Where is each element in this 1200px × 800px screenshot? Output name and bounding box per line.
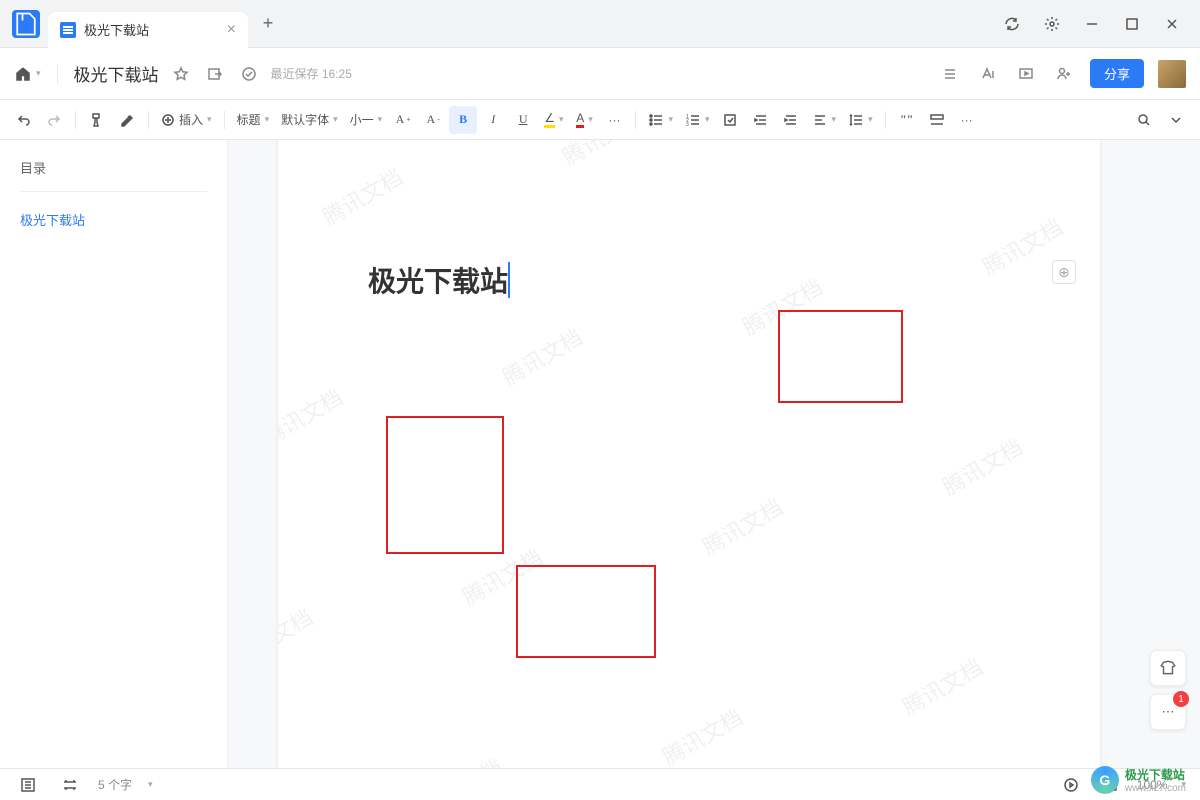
menu-icon[interactable]	[938, 62, 962, 86]
page-title[interactable]: 极光下载站	[368, 260, 508, 300]
settings-icon[interactable]	[1032, 4, 1072, 44]
outline-item[interactable]: 极光下载站	[20, 192, 207, 247]
formatting-toolbar: 插入▾ 标题▾ 默认字体▾ 小一▾ A+ A- B I U ∠▾ A▾ ··· …	[0, 100, 1200, 140]
new-tab-button[interactable]: +	[254, 10, 282, 38]
increase-font-button[interactable]: A+	[389, 106, 417, 134]
outline-sidebar: 目录 极光下载站	[0, 140, 228, 768]
status-bar: 5 个字▾ 100%▾	[0, 768, 1200, 800]
highlight-button[interactable]: ∠▾	[539, 106, 568, 134]
more-tools-button[interactable]: ···	[953, 106, 981, 134]
outline-heading: 目录	[20, 158, 207, 192]
page-view-icon[interactable]	[56, 771, 84, 799]
align-button[interactable]: ▾	[807, 106, 842, 134]
tab-title: 极光下载站	[84, 20, 219, 39]
redo-button[interactable]	[40, 106, 68, 134]
quote-button[interactable]: ""	[893, 106, 921, 134]
window-titlebar: 极光下载站 × +	[0, 0, 1200, 48]
clear-format-button[interactable]	[113, 106, 141, 134]
text-cursor	[508, 262, 510, 298]
outdent-button[interactable]	[747, 106, 775, 134]
format-icon[interactable]	[976, 62, 1000, 86]
doc-icon	[60, 22, 76, 38]
more-button[interactable]: ⋯1	[1150, 694, 1186, 730]
browser-tab[interactable]: 极光下载站 ×	[48, 12, 248, 48]
save-status: 最近保存 16:25	[271, 65, 352, 82]
number-list-button[interactable]: 123▾	[680, 106, 715, 134]
document-canvas[interactable]: 腾讯文档 腾讯文档 腾讯文档 腾讯文档 腾讯文档 腾讯文档 腾讯文档 腾讯文档 …	[228, 140, 1200, 768]
line-height-button[interactable]: ▾	[843, 106, 878, 134]
italic-button[interactable]: I	[479, 106, 507, 134]
close-button[interactable]	[1152, 4, 1192, 44]
heading-select[interactable]: 标题▾	[232, 106, 275, 134]
check-icon	[237, 62, 261, 86]
doc-header: ▾ 极光下载站 最近保存 16:25 分享	[0, 48, 1200, 100]
notification-badge: 1	[1173, 691, 1189, 707]
annotation-box-2	[386, 416, 504, 554]
theme-button[interactable]	[1150, 650, 1186, 686]
decrease-font-button[interactable]: A-	[419, 106, 447, 134]
play-icon[interactable]	[1057, 771, 1085, 799]
share-button[interactable]: 分享	[1090, 59, 1144, 88]
chevron-down-icon: ▾	[36, 68, 41, 79]
text-color-button[interactable]: A▾	[570, 106, 598, 134]
annotation-box-3	[516, 565, 656, 658]
font-select[interactable]: 默认字体▾	[276, 106, 343, 134]
outline-toggle-icon[interactable]	[14, 771, 42, 799]
word-count[interactable]: 5 个字	[98, 776, 132, 793]
svg-text:3: 3	[686, 122, 689, 128]
more-format-button[interactable]: ···	[600, 106, 628, 134]
search-icon[interactable]	[1130, 106, 1158, 134]
move-icon[interactable]	[203, 62, 227, 86]
bold-button[interactable]: B	[449, 106, 477, 134]
divider-button[interactable]	[923, 106, 951, 134]
bullet-list-button[interactable]: ▾	[643, 106, 678, 134]
add-user-icon[interactable]	[1052, 62, 1076, 86]
floating-panel: ⋯1	[1150, 650, 1186, 730]
collapse-toolbar-icon[interactable]	[1162, 106, 1190, 134]
user-avatar[interactable]	[1158, 60, 1186, 88]
minimize-button[interactable]	[1072, 4, 1112, 44]
page[interactable]: 腾讯文档 腾讯文档 腾讯文档 腾讯文档 腾讯文档 腾讯文档 腾讯文档 腾讯文档 …	[278, 140, 1100, 768]
present-icon[interactable]	[1014, 62, 1038, 86]
indent-button[interactable]	[777, 106, 805, 134]
format-painter-button[interactable]	[83, 106, 111, 134]
annotation-box-1	[778, 310, 903, 403]
size-select[interactable]: 小一▾	[345, 106, 388, 134]
site-watermark: G 极光下载站 www.xz7.com	[1091, 766, 1186, 794]
maximize-button[interactable]	[1112, 4, 1152, 44]
undo-button[interactable]	[10, 106, 38, 134]
app-logo	[12, 10, 40, 38]
document-title[interactable]: 极光下载站	[74, 61, 159, 86]
divider	[57, 64, 58, 84]
underline-button[interactable]: U	[509, 106, 537, 134]
close-icon[interactable]: ×	[227, 21, 236, 39]
insert-button[interactable]: 插入▾	[156, 106, 217, 134]
sync-icon[interactable]	[992, 4, 1032, 44]
home-button[interactable]: ▾	[14, 65, 41, 83]
add-block-button[interactable]: ⊕	[1052, 260, 1076, 284]
checklist-button[interactable]	[717, 106, 745, 134]
main-area: 目录 极光下载站 腾讯文档 腾讯文档 腾讯文档 腾讯文档 腾讯文档 腾讯文档 腾…	[0, 140, 1200, 768]
star-icon[interactable]	[169, 62, 193, 86]
